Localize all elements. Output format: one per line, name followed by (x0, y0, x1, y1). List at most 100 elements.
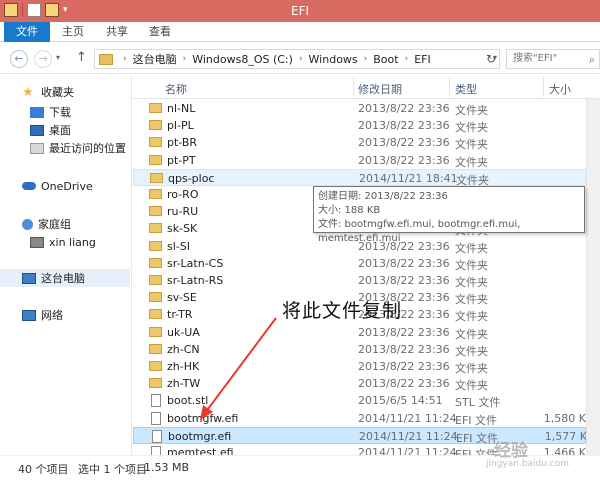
back-button[interactable]: ← (10, 50, 28, 68)
tab-file[interactable]: 文件 (4, 22, 50, 42)
tab-home[interactable]: 主页 (58, 22, 88, 42)
file-name: nl-NL (167, 102, 196, 115)
table-row[interactable]: sr-Latn-RS 2013/8/22 23:36 文件夹 (133, 272, 586, 289)
folder-icon (149, 120, 162, 131)
tab-share[interactable]: 共享 (102, 22, 132, 42)
file-list: 名称 修改日期 类型 大小 nl-NL 2013/8/22 23:36 文件夹 pl-… (133, 75, 600, 455)
navigation-bar: ← → ▾ ↑ › 这台电脑 › Windows8_OS (C:) › Wind… (0, 43, 600, 74)
file-type: 文件夹 (455, 138, 488, 152)
nav-favorites[interactable]: ★ 收藏夹 (0, 83, 130, 101)
search-icon[interactable]: ⌕ (589, 51, 595, 69)
folder-icon (149, 326, 162, 337)
file-name: zh-HK (167, 360, 200, 373)
file-date: 2014/11/21 11:24 (358, 411, 457, 425)
up-button[interactable]: ↑ (76, 50, 87, 65)
file-name: ru-RU (167, 205, 199, 219)
chevron-right-icon[interactable]: › (123, 54, 127, 64)
file-type: STL 文件 (455, 396, 501, 410)
star-icon: ★ (22, 84, 34, 100)
nav-label: 收藏夹 (41, 86, 74, 99)
table-row[interactable]: bootmgfw.efi 2014/11/21 11:24 EFI 文件 1,580 … (133, 410, 586, 427)
refresh-icon[interactable]: ↻ (486, 52, 496, 66)
network-icon (22, 309, 36, 321)
nav-downloads[interactable]: 下载 (0, 103, 130, 121)
file-name: sl-SI (167, 239, 190, 253)
column-type[interactable]: 类型 (455, 81, 477, 97)
download-icon (30, 106, 44, 118)
nav-onedrive[interactable]: OneDrive (0, 177, 130, 195)
folder-icon (149, 223, 162, 234)
nav-homegroup[interactable]: 家庭组 (0, 215, 130, 233)
ribbon-tabs: 文件 主页 共享 查看 (0, 22, 600, 42)
divider[interactable] (543, 77, 544, 97)
file-name: zh-TW (167, 377, 201, 391)
table-row[interactable]: qps-ploc 2014/11/21 18:41 文件夹 (133, 168, 586, 187)
column-name[interactable]: 名称 (165, 81, 187, 97)
file-size: 1,577 K (544, 429, 587, 443)
file-name: sr-Latn-CS (167, 256, 224, 270)
desktop-icon (30, 124, 44, 136)
table-row[interactable]: boot.stl 2015/6/5 14:51 STL 文件 (133, 392, 586, 409)
forward-button[interactable]: → (34, 50, 52, 68)
file-name: qps-ploc (168, 171, 215, 185)
window-title: EFI (290, 4, 310, 18)
folder-icon (149, 309, 162, 320)
tooltip-size: 大小: 188 KB (318, 205, 381, 216)
column-date[interactable]: 修改日期 (358, 81, 402, 97)
table-row[interactable]: zh-HK 2013/8/22 23:36 文件夹 (133, 358, 586, 375)
user-icon (30, 236, 44, 248)
breadcrumb-boot[interactable]: Boot (373, 53, 398, 66)
file-type: 文件夹 (455, 310, 488, 324)
folder-icon (149, 137, 162, 148)
table-row[interactable]: sr-Latn-CS 2013/8/22 23:36 文件夹 (133, 255, 586, 272)
breadcrumb-windows[interactable]: Windows (309, 53, 358, 66)
recent-locations-icon[interactable]: ▾ (56, 53, 60, 62)
divider[interactable] (353, 77, 354, 97)
column-size[interactable]: 大小 (549, 81, 571, 97)
divider[interactable] (449, 77, 450, 97)
table-row[interactable]: pt-PT 2013/8/22 23:36 文件夹 (133, 152, 586, 169)
breadcrumb-this-pc[interactable]: 这台电脑 (133, 51, 177, 67)
tab-view[interactable]: 查看 (145, 22, 175, 42)
folder-icon (149, 257, 162, 268)
file-date: 2013/8/22 23:36 (358, 153, 450, 167)
file-date: 2013/8/22 23:36 (358, 274, 450, 287)
file-type: 文件夹 (455, 327, 488, 341)
address-bar[interactable]: › 这台电脑 › Windows8_OS (C:) › Windows › Bo… (94, 49, 500, 69)
file-date: 2014/11/21 18:41 (359, 171, 458, 185)
nav-network[interactable]: 网络 (0, 306, 130, 324)
table-row[interactable]: pt-BR 2013/8/22 23:36 文件夹 (133, 134, 586, 151)
column-header-row: 名称 修改日期 类型 大小 (133, 75, 600, 99)
file-name: tr-TR (167, 308, 193, 322)
folder-icon (149, 206, 162, 217)
chevron-right-icon[interactable]: › (405, 54, 409, 64)
chevron-right-icon[interactable]: › (183, 54, 187, 64)
table-row[interactable]: zh-TW 2013/8/22 23:36 文件夹 (133, 375, 586, 392)
folder-icon (149, 240, 162, 251)
table-row[interactable]: uk-UA 2013/8/22 23:36 文件夹 (133, 324, 586, 341)
table-row[interactable]: pl-PL 2013/8/22 23:36 文件夹 (133, 117, 586, 134)
nav-desktop[interactable]: 桌面 (0, 121, 130, 139)
folder-icon (150, 172, 163, 183)
nav-label: 家庭组 (38, 218, 71, 231)
folder-icon (149, 154, 162, 165)
breadcrumb-efi[interactable]: EFI (414, 53, 431, 66)
nav-user[interactable]: xin liang (0, 233, 130, 251)
vertical-scrollbar[interactable] (586, 99, 600, 455)
file-date: 2013/8/22 23:36 (358, 325, 450, 339)
file-date: 2014/11/21 11:24 (358, 446, 457, 455)
folder-icon (149, 189, 162, 199)
nav-this-pc[interactable]: 这台电脑 (0, 269, 130, 287)
folder-icon (149, 292, 162, 303)
nav-recent-places[interactable]: 最近访问的位置 (0, 139, 130, 157)
chevron-right-icon[interactable]: › (364, 54, 368, 64)
chevron-right-icon[interactable]: › (299, 54, 303, 64)
folder-info-tooltip: 创建日期: 2013/8/22 23:36 大小: 188 KB 文件: boo… (313, 186, 585, 244)
file-type: 文件夹 (455, 121, 488, 135)
search-input[interactable]: 搜索"EFI" ⌕ (506, 49, 600, 69)
file-name: pt-BR (167, 136, 198, 150)
breadcrumb-drive[interactable]: Windows8_OS (C:) (192, 53, 293, 66)
file-name: bootmgr.efi (168, 429, 232, 443)
table-row[interactable]: nl-NL 2013/8/22 23:36 文件夹 (133, 100, 586, 117)
table-row[interactable]: zh-CN 2013/8/22 23:36 文件夹 (133, 341, 586, 358)
